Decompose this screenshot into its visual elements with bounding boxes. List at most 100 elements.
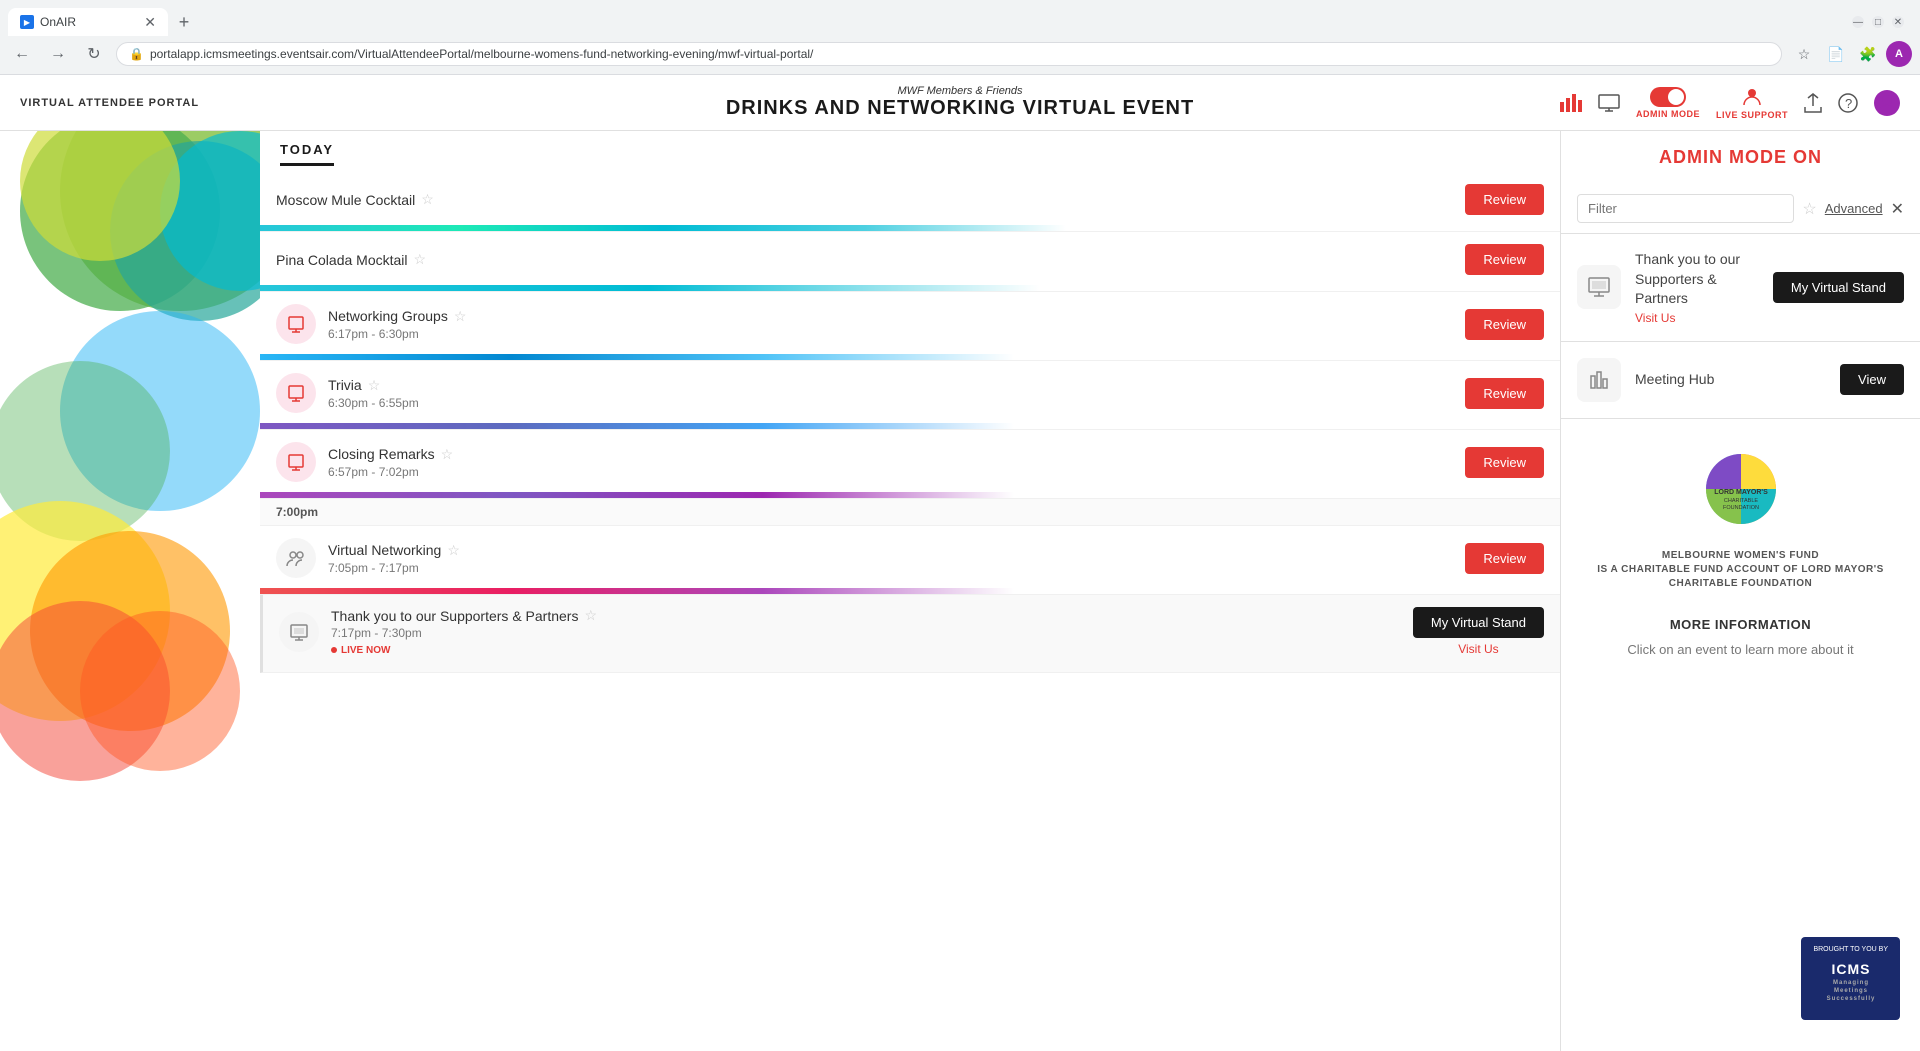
- svg-text:LORD MAYOR'S: LORD MAYOR'S: [1714, 489, 1768, 496]
- sidebar-hub-icon: [1577, 358, 1621, 402]
- sidebar-meeting-hub-item: Meeting Hub View: [1561, 342, 1920, 419]
- help-icon[interactable]: ?: [1838, 93, 1858, 113]
- sidebar-visit-us-link[interactable]: Visit Us: [1635, 311, 1675, 325]
- back-button[interactable]: ←: [8, 40, 36, 68]
- charity-logo: LORD MAYOR'S CHARITABLE FOUNDATION: [1577, 439, 1904, 539]
- forward-button[interactable]: →: [44, 40, 72, 68]
- pdf-icon[interactable]: 📄: [1822, 40, 1850, 68]
- item-info: Networking Groups ☆ 6:17pm - 6:30pm: [328, 308, 1453, 341]
- svg-text:ICMS: ICMS: [1831, 961, 1870, 977]
- review-button[interactable]: Review: [1465, 543, 1544, 574]
- monitor-icon-group[interactable]: [1598, 94, 1620, 112]
- color-bar: [260, 225, 1066, 231]
- item-info: Closing Remarks ☆ 6:57pm - 7:02pm: [328, 446, 1453, 479]
- session-icon: [276, 442, 316, 482]
- tab-favicon: ▶: [20, 15, 34, 29]
- charity-section: LORD MAYOR'S CHARITABLE FOUNDATION MELBO…: [1561, 419, 1920, 601]
- item-time: 6:17pm - 6:30pm: [328, 327, 1453, 341]
- bookmark-icon[interactable]: ☆: [1790, 40, 1818, 68]
- url-text: portalapp.icmsmeetings.eventsair.com/Vir…: [150, 47, 1769, 61]
- filter-clear-button[interactable]: ✕: [1891, 199, 1904, 219]
- schedule-item: Trivia ☆ 6:30pm - 6:55pm Review: [260, 361, 1560, 430]
- filter-bar: ☆ Advanced ✕: [1561, 184, 1920, 234]
- favorite-star[interactable]: ☆: [584, 607, 597, 624]
- live-support-group[interactable]: LIVE SUPPORT: [1716, 86, 1788, 120]
- svg-text:Successfully: Successfully: [1826, 996, 1875, 1002]
- share-icon[interactable]: [1804, 93, 1822, 113]
- admin-mode-toggle[interactable]: [1650, 87, 1686, 107]
- filter-input[interactable]: [1577, 194, 1794, 223]
- decorative-circles: [0, 131, 260, 831]
- sidebar-my-virtual-stand-button[interactable]: My Virtual Stand: [1773, 272, 1904, 303]
- extensions-icon[interactable]: 🧩: [1854, 40, 1882, 68]
- session-icon: [276, 304, 316, 344]
- svg-text:?: ?: [1845, 96, 1852, 111]
- color-bar: [260, 423, 1014, 429]
- item-time: 6:30pm - 6:55pm: [328, 396, 1453, 410]
- more-info-text: Click on an event to learn more about it: [1577, 640, 1904, 660]
- window-maximize[interactable]: □: [1872, 16, 1884, 28]
- item-name: Moscow Mule Cocktail ☆: [276, 191, 1453, 208]
- svg-text:Meetings: Meetings: [1834, 988, 1868, 994]
- item-time: 7:05pm - 7:17pm: [328, 561, 1453, 575]
- sidebar-item-title: Thank you to our Supporters & Partners: [1635, 250, 1759, 309]
- live-support-label: LIVE SUPPORT: [1716, 110, 1788, 120]
- window-close[interactable]: ✕: [1892, 16, 1904, 28]
- address-bar[interactable]: 🔒 portalapp.icmsmeetings.eventsair.com/V…: [116, 42, 1782, 66]
- sidebar-view-button[interactable]: View: [1840, 364, 1904, 395]
- today-tab: TODAY: [280, 141, 334, 166]
- schedule-item: Closing Remarks ☆ 6:57pm - 7:02pm Review: [260, 430, 1560, 499]
- sidebar-session-item: Thank you to our Supporters & Partners V…: [1561, 234, 1920, 342]
- color-bar: [260, 285, 1040, 291]
- item-time: 6:57pm - 7:02pm: [328, 465, 1453, 479]
- filter-star-icon[interactable]: ☆: [1802, 199, 1816, 219]
- tab-close-button[interactable]: ✕: [144, 14, 156, 31]
- active-tab[interactable]: ▶ OnAIR ✕: [8, 8, 168, 36]
- admin-mode-group[interactable]: ADMIN MODE: [1636, 87, 1700, 119]
- icms-badge-line1: BROUGHT TO YOU BY: [1813, 945, 1888, 955]
- item-info: Thank you to our Supporters & Partners ☆…: [331, 607, 1401, 656]
- item-name: Networking Groups ☆: [328, 308, 1453, 325]
- item-name: Pina Colada Mocktail ☆: [276, 251, 1453, 268]
- profile-avatar[interactable]: A: [1886, 41, 1912, 67]
- advanced-filter-link[interactable]: Advanced: [1825, 201, 1883, 216]
- more-info-title: MORE INFORMATION: [1577, 617, 1904, 632]
- user-avatar[interactable]: [1874, 90, 1900, 116]
- review-button[interactable]: Review: [1465, 244, 1544, 275]
- browser-chrome: ▶ OnAIR ✕ + — □ ✕ ← → ↻ 🔒 portalapp.icms…: [0, 0, 1920, 75]
- schedule-item: Virtual Networking ☆ 7:05pm - 7:17pm Rev…: [260, 526, 1560, 595]
- visit-us-link[interactable]: Visit Us: [1458, 642, 1498, 656]
- tab-title: OnAIR: [40, 15, 136, 29]
- refresh-button[interactable]: ↻: [80, 40, 108, 68]
- tab-bar: ▶ OnAIR ✕ + — □ ✕: [0, 0, 1920, 36]
- review-button[interactable]: Review: [1465, 378, 1544, 409]
- sidebar-session-icon: [1577, 265, 1621, 309]
- today-label: TODAY: [280, 142, 334, 157]
- live-badge: LIVE NOW: [331, 645, 390, 656]
- favorite-star[interactable]: ☆: [447, 542, 460, 559]
- browser-toolbar: ☆ 📄 🧩 A: [1790, 40, 1912, 68]
- admin-mode-text: ADMIN MODE ON: [1581, 147, 1900, 168]
- favorite-star[interactable]: ☆: [368, 377, 381, 394]
- charity-name: MELBOURNE WOMEN'S FUND IS A CHARITABLE F…: [1577, 549, 1904, 591]
- icms-logo-svg: ICMS Managing Meetings Successfully: [1821, 956, 1881, 1006]
- window-minimize[interactable]: —: [1852, 16, 1864, 28]
- item-info: Moscow Mule Cocktail ☆: [276, 191, 1453, 208]
- review-button[interactable]: Review: [1465, 309, 1544, 340]
- favorite-star[interactable]: ☆: [454, 308, 467, 325]
- more-info-section: MORE INFORMATION Click on an event to le…: [1561, 601, 1920, 676]
- favorite-star[interactable]: ☆: [421, 191, 434, 208]
- chart-icon-group[interactable]: [1560, 94, 1582, 112]
- my-virtual-stand-button[interactable]: My Virtual Stand: [1413, 607, 1544, 638]
- header-right: ADMIN MODE LIVE SUPPORT ?: [1560, 86, 1900, 120]
- svg-text:FOUNDATION: FOUNDATION: [1723, 505, 1759, 511]
- svg-text:CHARITABLE: CHARITABLE: [1723, 498, 1757, 504]
- review-button[interactable]: Review: [1465, 447, 1544, 478]
- favorite-star[interactable]: ☆: [414, 251, 427, 268]
- svg-text:Managing: Managing: [1833, 980, 1869, 986]
- review-button[interactable]: Review: [1465, 184, 1544, 215]
- new-tab-button[interactable]: +: [172, 10, 196, 34]
- event-title: DRINKS AND NETWORKING VIRTUAL EVENT: [726, 97, 1194, 120]
- favorite-star[interactable]: ☆: [441, 446, 454, 463]
- icms-badge: BROUGHT TO YOU BY ICMS Managing Meetings…: [1801, 937, 1900, 1020]
